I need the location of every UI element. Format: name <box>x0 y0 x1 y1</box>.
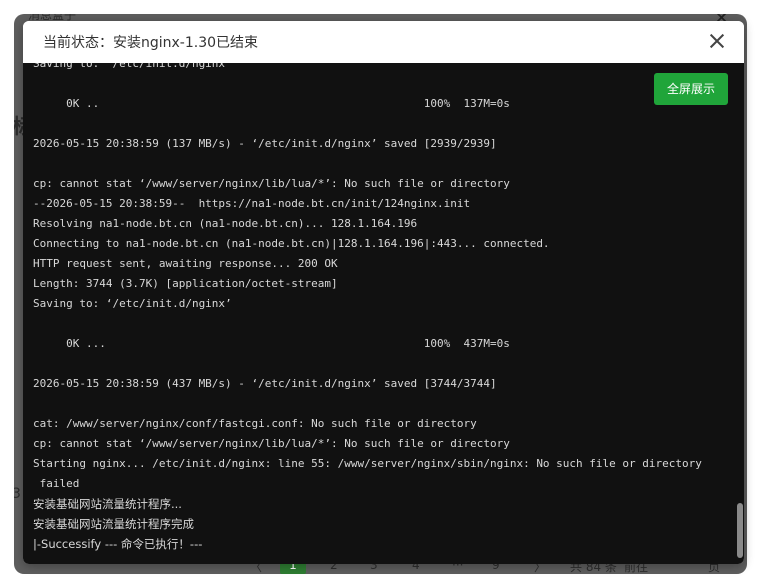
dialog-header: 当前状态：安装nginx-1.30已结束 <box>23 21 744 63</box>
log-line: cp: cannot stat ‘/www/server/nginx/lib/l… <box>33 437 510 450</box>
dialog-title: 当前状态：安装nginx-1.30已结束 <box>43 35 259 51</box>
log-line: 安装基础网站流量统计程序完成 <box>33 517 194 531</box>
log-line: Starting nginx... /etc/init.d/nginx: lin… <box>33 457 702 470</box>
scrollbar-thumb[interactable] <box>737 503 743 558</box>
log-line: Saving to: ‘/etc/init.d/nginx’ <box>33 63 232 70</box>
log-output: Saving to: ‘/etc/init.d/nginx’ 0K .. 100… <box>33 63 702 554</box>
fullscreen-button[interactable]: 全屏展示 <box>654 73 728 105</box>
log-line: Resolving na1-node.bt.cn (na1-node.bt.cn… <box>33 217 418 230</box>
install-status-dialog: 当前状态：安装nginx-1.30已结束 Saving to: ‘/etc/in… <box>23 21 744 564</box>
log-line: HTTP request sent, awaiting response... … <box>33 257 338 270</box>
log-line: 0K .. 100% 137M=0s <box>33 97 510 110</box>
log-line: 0K ... 100% 437M=0s <box>33 337 510 350</box>
log-line: Connecting to na1-node.bt.cn (na1-node.b… <box>33 237 550 250</box>
log-line: |-Successify --- 命令已执行！--- <box>33 537 203 551</box>
log-line: 2026-05-15 20:38:59 (137 MB/s) - ‘/etc/i… <box>33 137 497 150</box>
log-line: Length: 3744 (3.7K) [application/octet-s… <box>33 277 338 290</box>
log-line: 2026-05-15 20:38:59 (437 MB/s) - ‘/etc/i… <box>33 377 497 390</box>
log-line: 安装基础网站流量统计程序... <box>33 497 182 511</box>
log-line: failed <box>33 477 80 490</box>
log-line: --2026-05-15 20:38:59-- https://na1-node… <box>33 197 471 210</box>
log-scrollbar[interactable] <box>736 63 744 564</box>
log-console[interactable]: Saving to: ‘/etc/init.d/nginx’ 0K .. 100… <box>23 63 736 564</box>
log-line: Saving to: ‘/etc/init.d/nginx’ <box>33 297 232 310</box>
background-row-number: 3 <box>14 486 21 502</box>
close-icon[interactable] <box>708 32 726 50</box>
log-line: cp: cannot stat ‘/www/server/nginx/lib/l… <box>33 177 510 190</box>
log-line: cat: /www/server/nginx/conf/fastcgi.conf… <box>33 417 477 430</box>
